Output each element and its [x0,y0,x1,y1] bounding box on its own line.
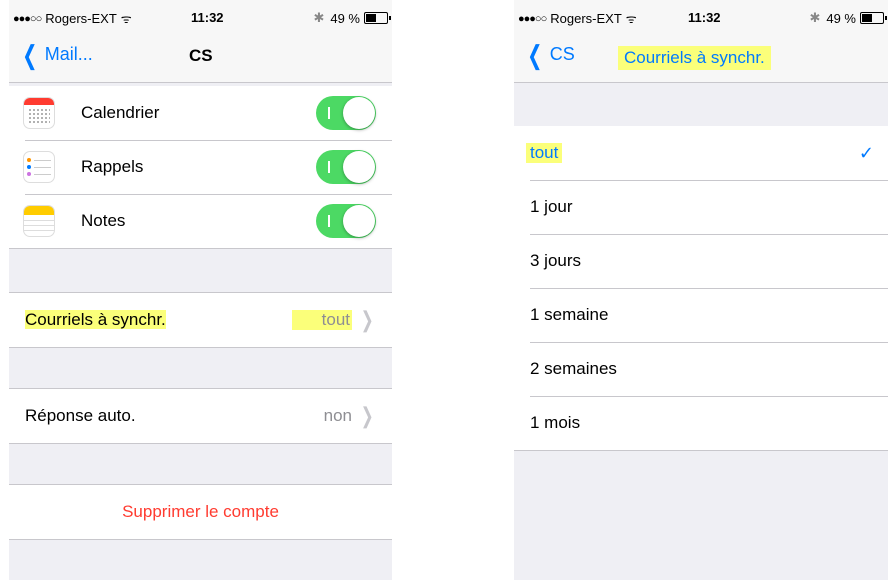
sync-options-list: tout ✓ 1 jour 3 jours 1 semaine 2 semain… [514,126,888,451]
wifi-icon: ᯤ [625,12,637,26]
auto-reply-row[interactable]: Réponse auto. non ❯ [9,389,392,443]
page-title: Courriels à synchr. [618,46,771,70]
navigation-bar: ●●●○○ Rogers-EXT ᯤ 11:32 ✱ 49 % ❮ CS Cou… [514,0,888,83]
mail-sync-label: Courriels à synchr. [25,310,166,329]
list-item-label: Rappels [81,157,144,176]
bluetooth-icon: ✱ [313,10,325,25]
carrier-name: Rogers-EXT [550,11,622,26]
notes-toggle[interactable] [316,204,376,238]
signal-strength-icon: ●●●○○ [13,12,42,25]
list-item-rappels: Rappels [9,140,392,194]
battery-percent: 49 % [826,10,856,26]
battery-icon [860,12,887,24]
option-3-jours[interactable]: 3 jours [514,234,888,288]
status-time: 11:32 [688,10,721,25]
option-label: 1 semaine [530,305,609,324]
mail-sync-value: tout [291,310,352,330]
calendar-toggle[interactable] [316,96,376,130]
option-1-jour[interactable]: 1 jour [514,180,888,234]
chevron-right-icon: ❯ [360,307,374,332]
list-item-notes: Notes [9,194,392,248]
list-item-label: Notes [81,211,126,230]
back-button-cs[interactable]: ❮ CS [524,39,575,70]
auto-reply-group: Réponse auto. non ❯ [9,388,392,444]
status-time: 11:32 [191,10,224,25]
app-toggles-list: Calendrier Rappels Notes [9,86,392,249]
reminders-icon [23,151,55,183]
option-tout[interactable]: tout ✓ [514,126,888,180]
option-1-semaine[interactable]: 1 semaine [514,288,888,342]
list-item-label: Calendrier [81,103,160,122]
notes-icon [23,205,55,237]
signal-strength-icon: ●●●○○ [518,12,547,25]
status-bar: ●●●○○ Rogers-EXT ᯤ 11:32 ✱ 49 % [518,6,887,30]
reminders-toggle[interactable] [316,150,376,184]
option-label: 2 semaines [530,359,617,378]
wifi-icon: ᯤ [120,12,132,26]
option-label: 1 mois [530,413,581,432]
back-button-label: CS [549,44,575,64]
auto-reply-value: non [323,406,352,425]
mail-sync-row[interactable]: Courriels à synchr. tout ❯ [9,293,392,347]
chevron-left-icon: ❮ [527,39,543,70]
account-settings-screen: ●●●○○ Rogers-EXT ᯤ 11:32 ✱ 49 % ❮ Mail..… [9,0,392,580]
chevron-right-icon: ❯ [360,403,374,428]
battery-icon [364,12,391,24]
navigation-bar: ●●●○○ Rogers-EXT ᯤ 11:32 ✱ 49 % ❮ Mail..… [9,0,392,83]
option-label: 3 jours [530,251,582,270]
option-label: 1 jour [530,197,573,216]
mail-sync-screen: ●●●○○ Rogers-EXT ᯤ 11:32 ✱ 49 % ❮ CS Cou… [514,0,888,580]
status-bar: ●●●○○ Rogers-EXT ᯤ 11:32 ✱ 49 % [13,6,391,30]
carrier-name: Rogers-EXT [45,11,117,26]
battery-percent: 49 % [330,10,360,26]
option-label: tout [526,143,563,163]
option-1-mois[interactable]: 1 mois [514,396,888,450]
auto-reply-label: Réponse auto. [25,406,136,425]
chevron-left-icon: ❮ [22,39,38,70]
delete-account-button[interactable]: Supprimer le compte [9,502,392,522]
option-2-semaines[interactable]: 2 semaines [514,342,888,396]
checkmark-icon: ✓ [858,142,874,163]
calendar-icon [23,97,55,129]
back-button-mail[interactable]: ❮ Mail... [19,39,93,70]
bluetooth-icon: ✱ [809,10,821,25]
back-button-label: Mail... [44,44,93,64]
page-title: CS [189,46,213,65]
mail-sync-group: Courriels à synchr. tout ❯ [9,292,392,348]
delete-account-group: Supprimer le compte [9,484,392,540]
list-item-calendrier: Calendrier [9,86,392,140]
